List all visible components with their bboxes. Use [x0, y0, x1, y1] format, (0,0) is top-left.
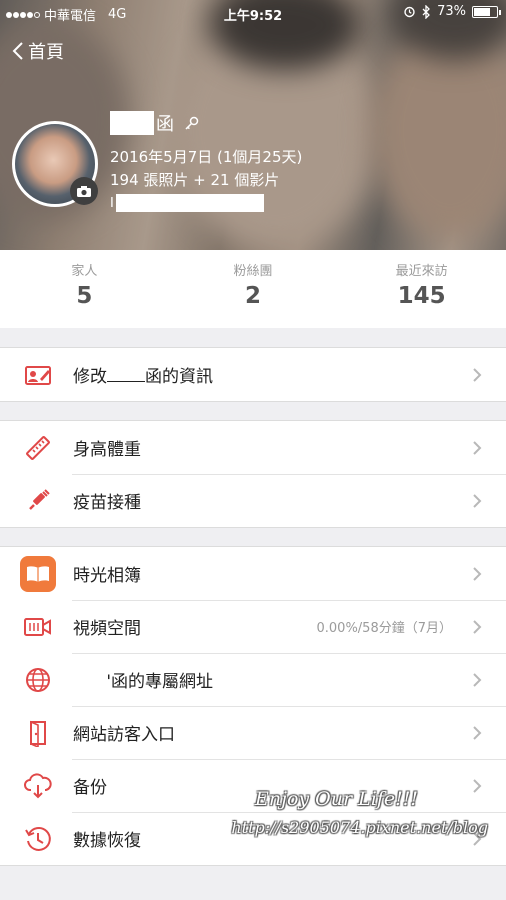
- status-bar: 中華電信 4G 上午9:52 73%: [0, 0, 506, 26]
- menu-restore[interactable]: 數據恢復: [0, 812, 506, 865]
- menu-label: 網站訪客入口: [73, 725, 175, 745]
- battery-percent: 73%: [437, 4, 466, 19]
- door-icon: [22, 718, 54, 748]
- menu-label: 數據恢復: [73, 831, 141, 851]
- menu-visitor-entry[interactable]: 網站訪客入口: [0, 706, 506, 759]
- menu-edit-info[interactable]: 修改 函的資訊: [0, 348, 506, 401]
- back-button[interactable]: 首頁: [12, 38, 64, 64]
- chevron-right-icon: [473, 494, 482, 508]
- history-icon: [22, 824, 54, 854]
- stats-bar: 家人 5 粉絲團 2 最近來訪 145: [0, 250, 506, 328]
- chevron-right-icon: [473, 726, 482, 740]
- redacted-name: [110, 111, 154, 135]
- site-url-prefix: ': [106, 672, 111, 692]
- birth-date: 2016年5月7日 (1個月25天): [110, 148, 303, 166]
- video-camera-icon: [22, 612, 54, 642]
- menu-label: 疫苗接種: [73, 493, 141, 513]
- video-usage: 0.00%/58分鐘（7月）: [316, 621, 453, 636]
- child-name: 函: [156, 114, 174, 135]
- stat-label: 最近來訪: [395, 264, 448, 279]
- ruler-icon: [22, 433, 54, 463]
- site-url-suffix: 函的專屬網址: [111, 672, 213, 692]
- menu-group-health: 身高體重 疫苗接種: [0, 420, 506, 528]
- cloud-download-icon: [22, 771, 54, 801]
- redacted-url: [115, 194, 264, 212]
- menu-album[interactable]: 時光相簿: [0, 547, 506, 600]
- menu-label: 身高體重: [73, 440, 141, 460]
- alarm-icon: [404, 6, 415, 18]
- edit-info-prefix: 修改: [73, 367, 107, 387]
- menu-group-info: 修改 函的資訊: [0, 347, 506, 402]
- chevron-right-icon: [473, 368, 482, 382]
- menu-backup[interactable]: 备份: [0, 759, 506, 812]
- redacted-name: [107, 364, 145, 382]
- stat-label: 粉絲團: [233, 264, 273, 279]
- chevron-right-icon: [473, 779, 482, 793]
- menu-height-weight[interactable]: 身高體重: [0, 421, 506, 474]
- globe-icon: [22, 665, 54, 695]
- menu-label: 視頻空間: [73, 619, 141, 639]
- stat-family[interactable]: 家人 5: [0, 250, 169, 328]
- edit-info-suffix: 函的資訊: [145, 367, 213, 387]
- menu-vaccine[interactable]: 疫苗接種: [0, 474, 506, 527]
- media-count: 194 張照片 + 21 個影片: [110, 171, 280, 189]
- chevron-right-icon: [473, 673, 482, 687]
- battery-icon: [472, 5, 501, 18]
- profile-header: 中華電信 4G 上午9:52 73% 首頁 函 2016年5月7日 (1個月25…: [0, 0, 506, 250]
- menu-label: 备份: [73, 778, 107, 798]
- syringe-icon: [22, 486, 54, 516]
- album-icon: [20, 556, 56, 592]
- back-label: 首頁: [28, 42, 64, 63]
- stat-value: 5: [76, 283, 93, 309]
- menu-video-space[interactable]: 視頻空間 0.00%/58分鐘（7月）: [0, 600, 506, 653]
- stat-fans[interactable]: 粉絲團 2: [169, 250, 338, 328]
- chevron-left-icon: [12, 42, 23, 60]
- chevron-right-icon: [473, 441, 482, 455]
- stat-value: 2: [245, 283, 262, 309]
- edit-profile-icon: [22, 360, 54, 390]
- menu-site-url[interactable]: '函的專屬網址: [0, 653, 506, 706]
- menu-group-media: 時光相簿 視頻空間 0.00%/58分鐘（7月） '函的專屬網址 網站訪客入口 …: [0, 546, 506, 866]
- stat-recent-visits[interactable]: 最近來訪 145: [337, 250, 506, 328]
- chevron-right-icon: [473, 832, 482, 846]
- menu-label: 時光相簿: [73, 566, 141, 586]
- camera-icon: [77, 185, 91, 197]
- chevron-right-icon: [473, 567, 482, 581]
- stat-value: 145: [397, 283, 446, 309]
- chevron-right-icon: [473, 620, 482, 634]
- stat-label: 家人: [71, 264, 98, 279]
- bluetooth-icon: [422, 4, 431, 19]
- change-photo-button[interactable]: [70, 177, 98, 205]
- profile-info: 函 2016年5月7日 (1個月25天) 194 張照片 + 21 個影片 I: [110, 110, 302, 212]
- profile-url: I: [110, 195, 114, 211]
- key-icon[interactable]: [184, 115, 200, 131]
